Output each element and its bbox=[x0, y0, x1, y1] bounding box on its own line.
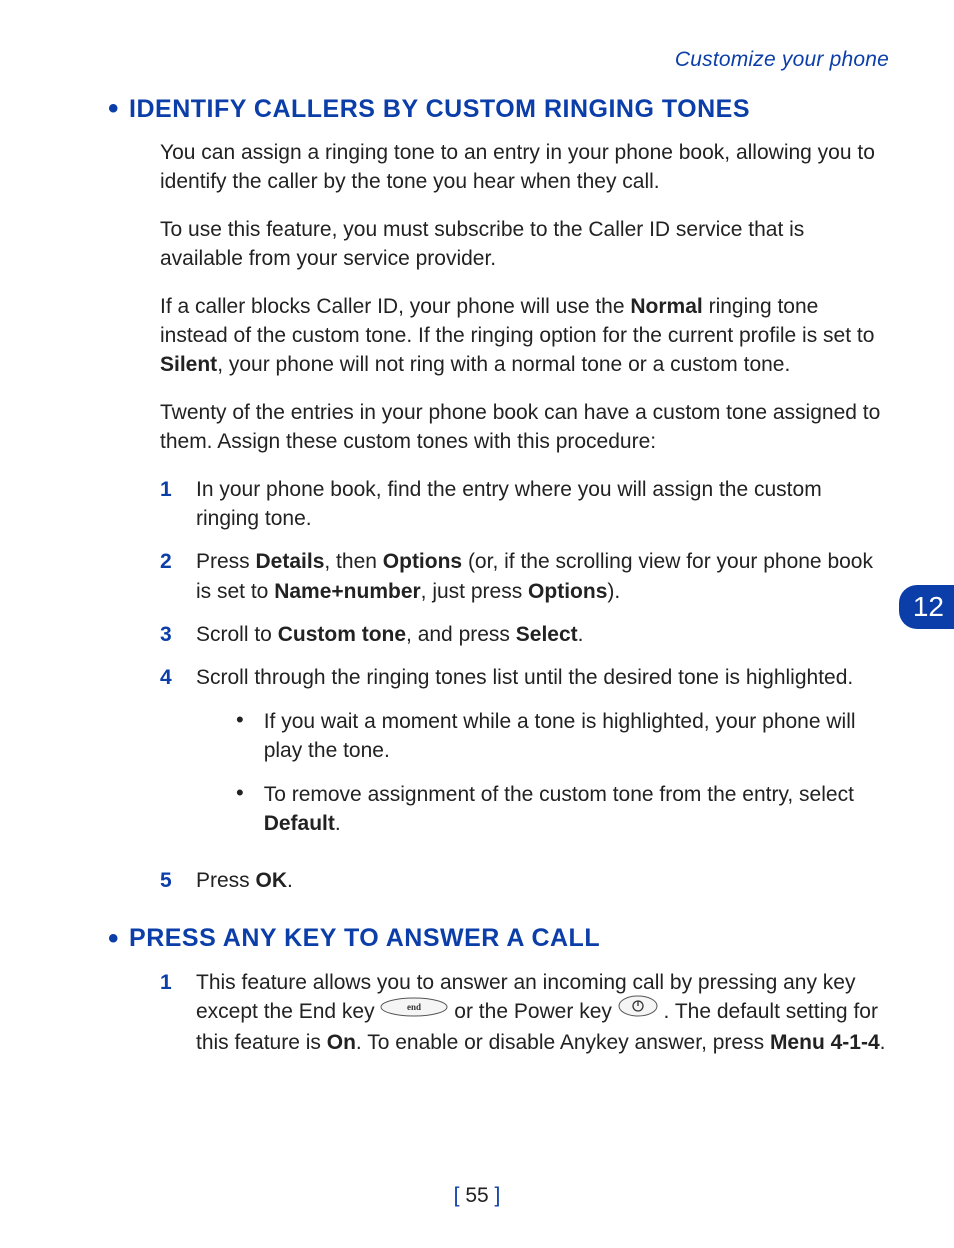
step-text: Press Details, then Options (or, if the … bbox=[196, 547, 889, 606]
step-number: 1 bbox=[160, 968, 178, 997]
power-key-icon bbox=[618, 995, 658, 1025]
bullet-icon: • bbox=[236, 780, 244, 806]
step-item: 5 Press OK. bbox=[160, 866, 889, 895]
section-title-text: IDENTIFY CALLERS BY CUSTOM RINGING TONES bbox=[129, 95, 750, 124]
section-heading-custom-ringing: • IDENTIFY CALLERS BY CUSTOM RINGING TON… bbox=[130, 94, 889, 124]
end-key-icon: end bbox=[380, 996, 448, 1025]
bullet-icon: • bbox=[108, 94, 119, 124]
chapter-tab: 12 bbox=[899, 585, 954, 629]
paragraph: If a caller blocks Caller ID, your phone… bbox=[160, 292, 889, 380]
steps-list: 1 In your phone book, find the entry whe… bbox=[160, 475, 889, 896]
svg-text:end: end bbox=[407, 1002, 421, 1012]
steps-list: 1 This feature allows you to answer an i… bbox=[160, 968, 889, 1057]
sub-list: • If you wait a moment while a tone is h… bbox=[236, 707, 889, 839]
sub-item: • To remove assignment of the custom ton… bbox=[236, 780, 889, 839]
step-text: Scroll to Custom tone, and press Select. bbox=[196, 620, 583, 649]
paragraph: To use this feature, you must subscribe … bbox=[160, 215, 889, 274]
running-header: Customize your phone bbox=[130, 48, 889, 72]
bullet-icon: • bbox=[108, 924, 119, 954]
paragraph: Twenty of the entries in your phone book… bbox=[160, 398, 889, 457]
step-text: In your phone book, find the entry where… bbox=[196, 475, 889, 534]
step-text: This feature allows you to answer an inc… bbox=[196, 968, 889, 1057]
step-item: 2 Press Details, then Options (or, if th… bbox=[160, 547, 889, 606]
step-item: 1 In your phone book, find the entry whe… bbox=[160, 475, 889, 534]
step-number: 3 bbox=[160, 620, 178, 649]
step-number: 2 bbox=[160, 547, 178, 576]
paragraph: You can assign a ringing tone to an entr… bbox=[160, 138, 889, 197]
page-number: [ 55 ] bbox=[0, 1184, 954, 1208]
step-text: Press OK. bbox=[196, 866, 293, 895]
step-number: 5 bbox=[160, 866, 178, 895]
section-heading-any-key: • PRESS ANY KEY TO ANSWER A CALL bbox=[130, 924, 889, 954]
bullet-icon: • bbox=[236, 707, 244, 733]
section-title-text: PRESS ANY KEY TO ANSWER A CALL bbox=[129, 924, 600, 953]
step-text: Scroll through the ringing tones list un… bbox=[196, 663, 889, 852]
step-number: 1 bbox=[160, 475, 178, 504]
step-number: 4 bbox=[160, 663, 178, 692]
step-item: 3 Scroll to Custom tone, and press Selec… bbox=[160, 620, 889, 649]
page: Customize your phone • IDENTIFY CALLERS … bbox=[0, 0, 954, 1248]
step-item: 4 Scroll through the ringing tones list … bbox=[160, 663, 889, 852]
step-item: 1 This feature allows you to answer an i… bbox=[160, 968, 889, 1057]
sub-item: • If you wait a moment while a tone is h… bbox=[236, 707, 889, 766]
